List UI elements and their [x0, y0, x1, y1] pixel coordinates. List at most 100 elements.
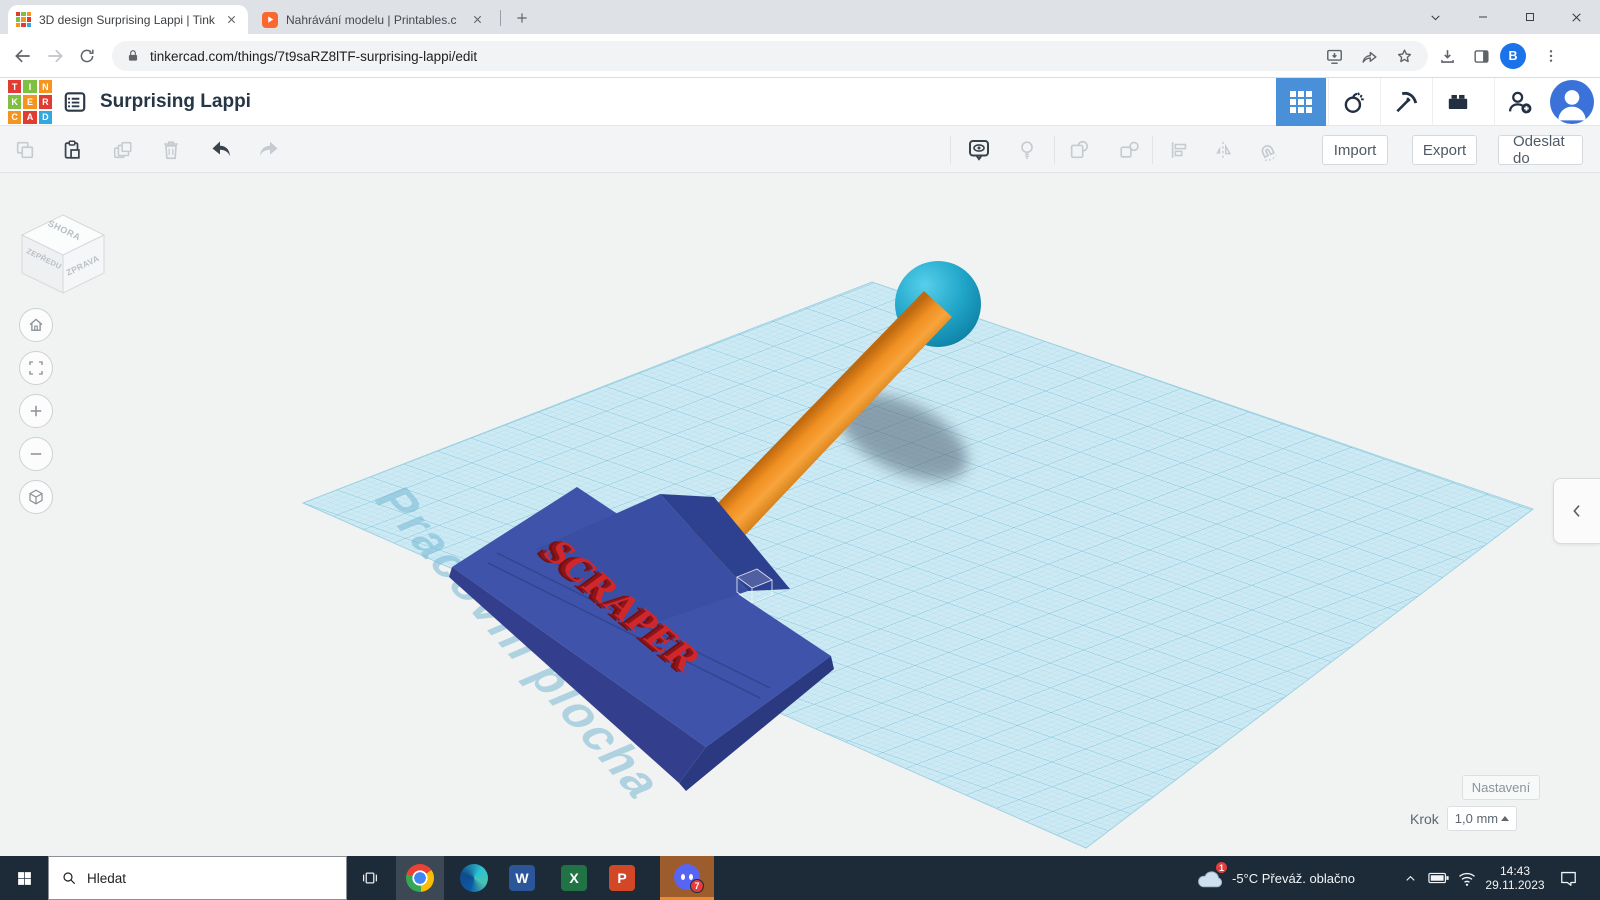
start-button[interactable] — [0, 856, 48, 900]
taskbar-weather-text[interactable]: -5°C Převáž. oblačno — [1232, 856, 1388, 900]
view-cube[interactable]: SHORA ZEPŘEDU ZPRAVA — [16, 201, 111, 296]
window-close-button[interactable] — [1553, 0, 1600, 34]
taskbar-search[interactable]: Hledat — [48, 856, 347, 900]
workspace-grid-button[interactable] — [1276, 78, 1326, 126]
share-icon[interactable] — [1360, 47, 1379, 66]
wifi-status[interactable] — [1452, 856, 1482, 900]
window-minimize-button[interactable] — [1459, 0, 1506, 34]
tab-tinkercad[interactable]: 3D design Surprising Lappi | Tink — [8, 5, 248, 34]
scene: Pracovní plocha — [301, 261, 1535, 849]
viewport-3d[interactable]: Pracovní plocha SHORA ZEPŘEDU ZPRAVA SCR… — [0, 173, 1600, 856]
light-bulb-icon — [1021, 141, 1033, 159]
tab-search-chevron-icon[interactable] — [1412, 0, 1459, 34]
fit-view-button[interactable] — [19, 351, 53, 385]
side-panel-icon[interactable] — [1466, 41, 1496, 71]
browser-toolbar: tinkercad.com/things/7t9saRZ8lTF-surpris… — [0, 34, 1600, 78]
action-center-button[interactable] — [1548, 856, 1588, 900]
battery-icon — [1428, 872, 1449, 884]
taskbar-chrome[interactable] — [396, 856, 444, 900]
perspective-toggle-button[interactable] — [19, 480, 53, 514]
taskbar-powerpoint[interactable]: P — [600, 856, 644, 900]
account-avatar[interactable] — [1550, 80, 1594, 124]
windows-logo-icon — [17, 871, 31, 885]
taskbar-edge[interactable] — [452, 856, 496, 900]
grid-icon — [1290, 91, 1312, 113]
redo-button[interactable] — [252, 133, 286, 167]
forward-icon[interactable] — [40, 41, 70, 71]
battery-status[interactable] — [1424, 856, 1454, 900]
design-properties-icon[interactable] — [62, 89, 88, 115]
align-button[interactable] — [1162, 133, 1196, 167]
install-app-icon[interactable] — [1325, 47, 1344, 66]
show-all-button[interactable] — [962, 133, 996, 167]
ungroup-button[interactable] — [1112, 133, 1146, 167]
import-button[interactable]: Import — [1322, 135, 1388, 165]
downloads-icon[interactable] — [1432, 41, 1462, 71]
edge-icon — [460, 864, 488, 892]
weather-alert-badge: 1 — [1215, 861, 1228, 874]
tab-title: 3D design Surprising Lappi | Tink — [39, 12, 215, 27]
magnet-button[interactable] — [1250, 133, 1284, 167]
step-dropdown[interactable]: 1,0 mm — [1446, 806, 1517, 831]
share-collaborate-button[interactable] — [1494, 78, 1544, 126]
back-icon[interactable] — [8, 41, 38, 71]
add-person-icon — [1508, 91, 1531, 114]
tab-close-icon[interactable] — [469, 11, 486, 28]
fit-view-icon — [29, 361, 43, 375]
sim-lab-button[interactable] — [1328, 78, 1378, 126]
copy-button[interactable] — [8, 133, 42, 167]
group-button[interactable] — [1062, 133, 1096, 167]
minus-icon — [30, 453, 42, 455]
taskbar-clock[interactable]: 14:43 29.11.2023 — [1482, 856, 1548, 900]
notification-badge: 7 — [690, 878, 704, 893]
zoom-in-button[interactable] — [19, 394, 53, 428]
window-maximize-button[interactable] — [1506, 0, 1553, 34]
settings-button[interactable]: Nastavení — [1462, 775, 1540, 800]
powerpoint-icon: P — [609, 865, 635, 891]
task-view-button[interactable] — [348, 856, 392, 900]
duplicate-button[interactable] — [106, 133, 140, 167]
address-bar[interactable]: tinkercad.com/things/7t9saRZ8lTF-surpris… — [112, 41, 1428, 71]
tinkercad-logo[interactable]: T I N K E R C A D — [8, 80, 52, 124]
messaging-app-icon: 7 — [674, 863, 704, 893]
taskbar-excel[interactable]: X — [552, 856, 596, 900]
zoom-out-button[interactable] — [19, 437, 53, 471]
export-button[interactable]: Export — [1412, 135, 1477, 165]
caret-up-icon — [1500, 816, 1509, 821]
ungroup-icon — [1120, 141, 1139, 158]
windows-taskbar: Hledat W X P 7 1 -5°C Převáž. oblačno 14… — [0, 856, 1600, 900]
tray-expand-button[interactable] — [1396, 856, 1424, 900]
paste-button[interactable] — [55, 133, 89, 167]
hidden-objects-button[interactable] — [1010, 133, 1044, 167]
taskbar-word[interactable]: W — [500, 856, 544, 900]
panel-expand-tab[interactable] — [1553, 478, 1600, 544]
tab-title: Nahrávání modelu | Printables.c — [286, 12, 457, 27]
minecraft-export-button[interactable] — [1380, 78, 1430, 126]
reload-icon[interactable] — [72, 41, 102, 71]
browser-menu-kebab-icon[interactable] — [1536, 41, 1566, 71]
bookmark-star-icon[interactable] — [1395, 47, 1414, 66]
home-view-button[interactable] — [19, 308, 53, 342]
taskbar-weather[interactable]: 1 — [1188, 856, 1232, 900]
search-placeholder: Hledat — [87, 870, 127, 886]
edit-toolbar: Import Export Odeslat do — [0, 126, 1600, 173]
new-tab-button[interactable] — [511, 7, 533, 29]
home-icon — [29, 318, 43, 331]
chevron-left-icon — [1573, 505, 1580, 517]
tab-close-icon[interactable] — [223, 11, 240, 28]
taskbar-messaging-app[interactable]: 7 — [660, 856, 714, 900]
design-title[interactable]: Surprising Lappi — [100, 78, 251, 126]
tab-printables[interactable]: Nahrávání modelu | Printables.c — [254, 5, 494, 34]
clock-date: 29.11.2023 — [1485, 878, 1545, 892]
send-to-button[interactable]: Odeslat do — [1498, 133, 1583, 167]
task-view-icon — [362, 872, 378, 884]
browser-profile-avatar[interactable]: B — [1500, 43, 1526, 69]
mirror-button[interactable] — [1206, 133, 1240, 167]
brick-icon — [1448, 94, 1467, 110]
action-center-icon — [1560, 871, 1576, 886]
delete-button[interactable] — [154, 133, 188, 167]
plus-icon — [30, 405, 42, 417]
bricks-view-button[interactable] — [1432, 78, 1482, 126]
magnet-icon — [1261, 145, 1277, 162]
undo-button[interactable] — [204, 133, 238, 167]
